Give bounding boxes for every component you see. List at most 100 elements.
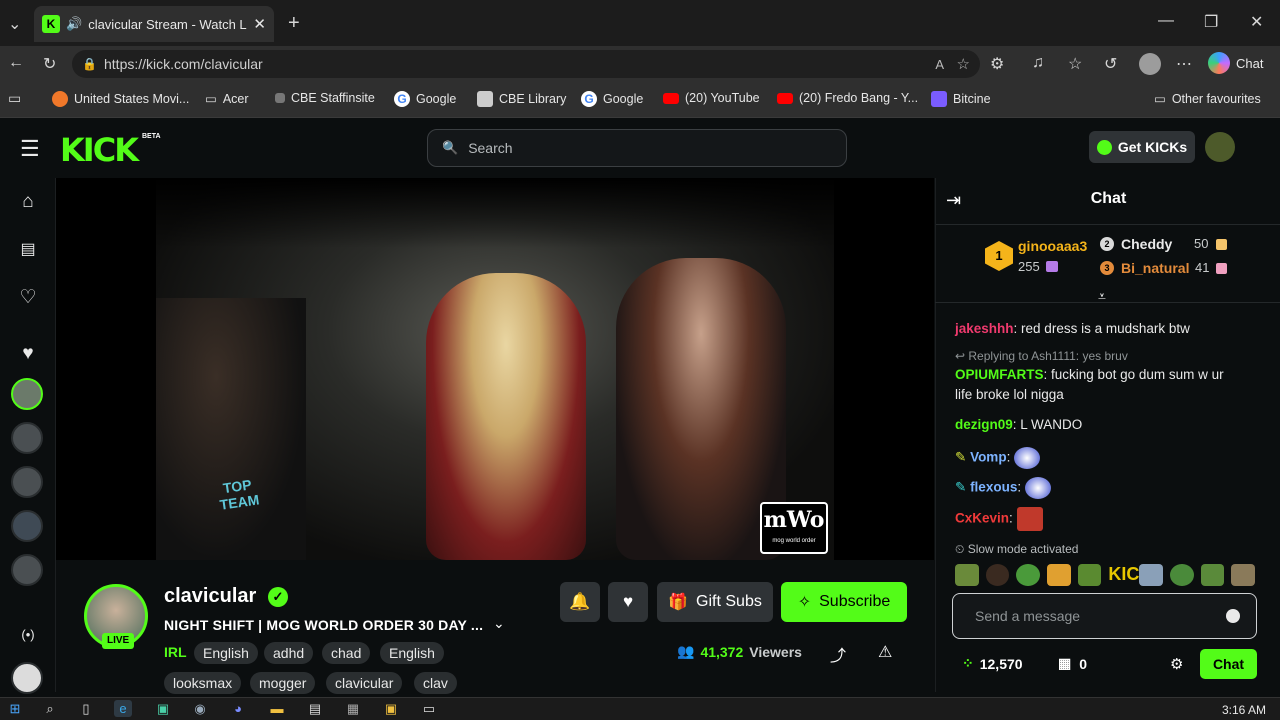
emote[interactable] (1047, 564, 1071, 586)
followed-channel-avatar[interactable] (11, 510, 43, 542)
favourite-item[interactable]: G Google (394, 91, 456, 107)
emote[interactable] (1170, 564, 1194, 586)
new-tab-icon[interactable]: + (288, 12, 300, 35)
search-icon[interactable]: ⌕ (41, 700, 59, 717)
app-icon[interactable]: ▦ (344, 700, 362, 717)
notification-bell-button[interactable]: 🔔 (560, 582, 600, 622)
profile-avatar[interactable] (1139, 53, 1161, 75)
favourite-item[interactable]: (20) Fredo Bang - Y... (777, 91, 918, 105)
refresh-icon[interactable]: ↻ (43, 54, 56, 74)
kicks-balance[interactable]: ⁘ 12,570 (962, 655, 1023, 672)
tag[interactable]: looksmax (164, 672, 242, 694)
expand-title-chevron-icon[interactable]: ⌄ (493, 615, 505, 632)
tag[interactable]: English (380, 642, 444, 664)
leaderboard-name[interactable]: Bi_natural (1121, 260, 1189, 276)
restore-icon[interactable]: ❐ (1204, 12, 1218, 32)
favourite-item[interactable]: G Google (581, 91, 643, 107)
emote[interactable] (985, 564, 1010, 586)
followed-channel-avatar[interactable] (11, 378, 43, 410)
windows-start-icon[interactable]: ⊞ (6, 700, 24, 717)
shop-counter[interactable]: ▦ 0 (1058, 655, 1087, 672)
favourite-folder[interactable]: ▭ Acer (205, 91, 249, 107)
url-bar[interactable]: 🔒 https://kick.com/clavicular A ☆ (72, 50, 980, 78)
favourite-item[interactable]: (20) YouTube (663, 91, 760, 105)
browser-tab[interactable]: K 🔊 clavicular Stream - Watch Live ✕ (34, 6, 274, 42)
chat-username[interactable]: Vomp (970, 450, 1007, 465)
emote[interactable] (955, 564, 979, 586)
chat-message-input[interactable]: Send a message (952, 593, 1257, 639)
tag[interactable]: chad (322, 642, 371, 664)
video-player[interactable]: TOP TEAM mWo mog world order (56, 178, 934, 560)
emoji-picker-icon[interactable] (1226, 609, 1240, 623)
chat-username[interactable]: OPIUMFARTS (955, 367, 1044, 382)
search-input[interactable]: 🔍 Search (427, 129, 847, 167)
emote[interactable] (1077, 564, 1102, 586)
get-kicks-button[interactable]: Get KICKs (1089, 131, 1195, 163)
media-icon[interactable]: ♫ (1032, 54, 1044, 72)
emote[interactable] (1016, 564, 1041, 586)
chat-username[interactable]: CxKevin (955, 511, 1009, 526)
favourite-item[interactable]: United States Movi... (52, 91, 189, 107)
chat-username[interactable]: jakeshhh (955, 321, 1014, 336)
more-menu-icon[interactable]: ⋯ (1176, 54, 1192, 74)
tag[interactable]: clav (414, 672, 457, 694)
share-icon[interactable]: ⤴ (830, 642, 846, 666)
favourite-item[interactable]: Bitcine (931, 91, 991, 107)
following-icon[interactable]: ♡ (14, 284, 42, 312)
tag[interactable]: English (194, 642, 258, 664)
chat-username[interactable]: flexous (970, 480, 1017, 495)
followed-channel-avatar[interactable] (11, 466, 43, 498)
app-icon[interactable]: ▣ (154, 700, 172, 717)
history-icon[interactable]: ↺ (1104, 54, 1117, 74)
favourite-item[interactable]: CBE Staffinsite (275, 91, 375, 105)
home-icon[interactable]: ⌂ (14, 188, 42, 216)
report-warning-icon[interactable]: ⚠ (878, 642, 892, 662)
emote[interactable] (1231, 564, 1256, 586)
channel-name[interactable]: clavicular (164, 585, 256, 608)
hamburger-menu-icon[interactable]: ☰ (20, 136, 40, 162)
favourite-item[interactable]: CBE Library (477, 91, 566, 107)
gift-subs-button[interactable]: 🎁 Gift Subs (657, 582, 773, 622)
other-favourites-folder[interactable]: ▭ Other favourites (1154, 91, 1261, 107)
follow-heart-button[interactable]: ♥ (608, 582, 648, 622)
browse-icon[interactable]: ▤ (14, 236, 42, 264)
category-link[interactable]: IRL (164, 644, 187, 660)
back-icon[interactable]: ← (8, 54, 24, 72)
close-window-icon[interactable]: ✕ (1250, 12, 1263, 32)
tag[interactable]: adhd (264, 642, 314, 664)
followed-channel-avatar[interactable] (11, 554, 43, 586)
kick-logo[interactable]: KICK (60, 131, 139, 169)
leaderboard-name[interactable]: ginooaaa3 (1018, 238, 1087, 254)
calculator-icon[interactable]: ▤ (306, 700, 324, 717)
user-avatar[interactable] (1205, 132, 1235, 162)
tag[interactable]: mogger (250, 672, 316, 694)
edge-icon[interactable]: e (114, 700, 132, 717)
tag[interactable]: clavicular (326, 672, 403, 694)
subscribe-button[interactable]: ✧ Subscribe (781, 582, 907, 622)
read-aloud-icon[interactable]: A (935, 57, 944, 72)
extensions-icon[interactable]: ⚙ (990, 54, 1004, 74)
chat-username[interactable]: dezign09 (955, 417, 1013, 432)
copilot-chat-button[interactable]: Chat (1208, 52, 1263, 74)
live-broadcast-icon[interactable]: (•) (14, 621, 42, 649)
close-tab-icon[interactable]: ✕ (253, 15, 266, 33)
emote[interactable] (1200, 564, 1225, 586)
speaker-icon[interactable]: 🔊 (66, 16, 82, 32)
favourites-menu-icon[interactable]: ▭ (8, 90, 21, 107)
tab-list-icon[interactable]: ⌄ (8, 14, 21, 34)
minimize-icon[interactable]: — (1158, 12, 1174, 30)
chat-settings-gear-icon[interactable]: ⚙ (1170, 655, 1183, 673)
steam-icon[interactable]: ◉ (191, 700, 209, 717)
own-channel-avatar[interactable] (11, 662, 43, 694)
favorite-star-icon[interactable]: ☆ (957, 55, 970, 73)
terminal-icon[interactable]: ▭ (420, 700, 438, 717)
favorites-icon[interactable]: ☆ (1068, 54, 1082, 74)
leaderboard-name[interactable]: Cheddy (1121, 236, 1172, 252)
followed-channel-avatar[interactable] (11, 422, 43, 454)
task-view-icon[interactable]: ▯ (77, 700, 95, 717)
store-icon[interactable]: ▣ (382, 700, 400, 717)
discord-icon[interactable]: ◕ (229, 700, 247, 717)
send-chat-button[interactable]: Chat (1200, 649, 1257, 679)
emote[interactable] (1139, 564, 1164, 586)
emote[interactable]: KIC (1108, 564, 1139, 586)
